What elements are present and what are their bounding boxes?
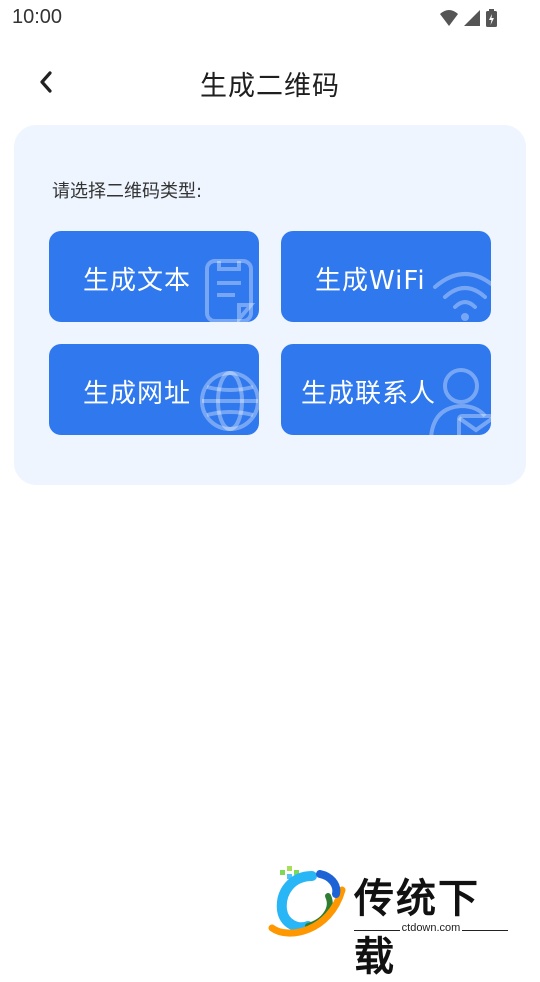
signal-icon (464, 10, 480, 26)
watermark-divider (462, 930, 508, 931)
contact-icon (429, 368, 491, 435)
watermark-domain: ctdown.com (401, 922, 461, 934)
page-title: 生成二维码 (200, 71, 340, 102)
generate-text-button[interactable]: 生成文本 (49, 231, 259, 322)
generate-wifi-button[interactable]: 生成WiFi (281, 231, 491, 322)
tile-label: 生成文本 (83, 266, 192, 296)
tile-label: 生成联系人 (301, 379, 437, 409)
battery-charging-icon (486, 9, 497, 27)
watermark: 传统下载 ctdown.com (268, 862, 518, 980)
watermark-logo (268, 866, 346, 937)
status-time: 10:00 (12, 6, 63, 28)
note-icon (205, 259, 256, 322)
tile-label: 生成网址 (83, 379, 192, 409)
globe-icon (200, 371, 259, 431)
status-icons (440, 9, 497, 27)
qr-type-card: 请选择二维码类型: 生成文本 生成WiFi 生成网址 生成联系人 (14, 125, 526, 485)
wifi-icon (440, 10, 458, 26)
prompt-label: 请选择二维码类型: (52, 181, 203, 202)
wifi-icon (433, 272, 491, 321)
generate-contact-button[interactable]: 生成联系人 (281, 344, 491, 435)
header: 生成二维码 (0, 56, 540, 108)
generate-url-button[interactable]: 生成网址 (49, 344, 259, 435)
status-bar: 10:00 (0, 0, 540, 36)
tile-label: 生成WiFi (315, 266, 426, 296)
